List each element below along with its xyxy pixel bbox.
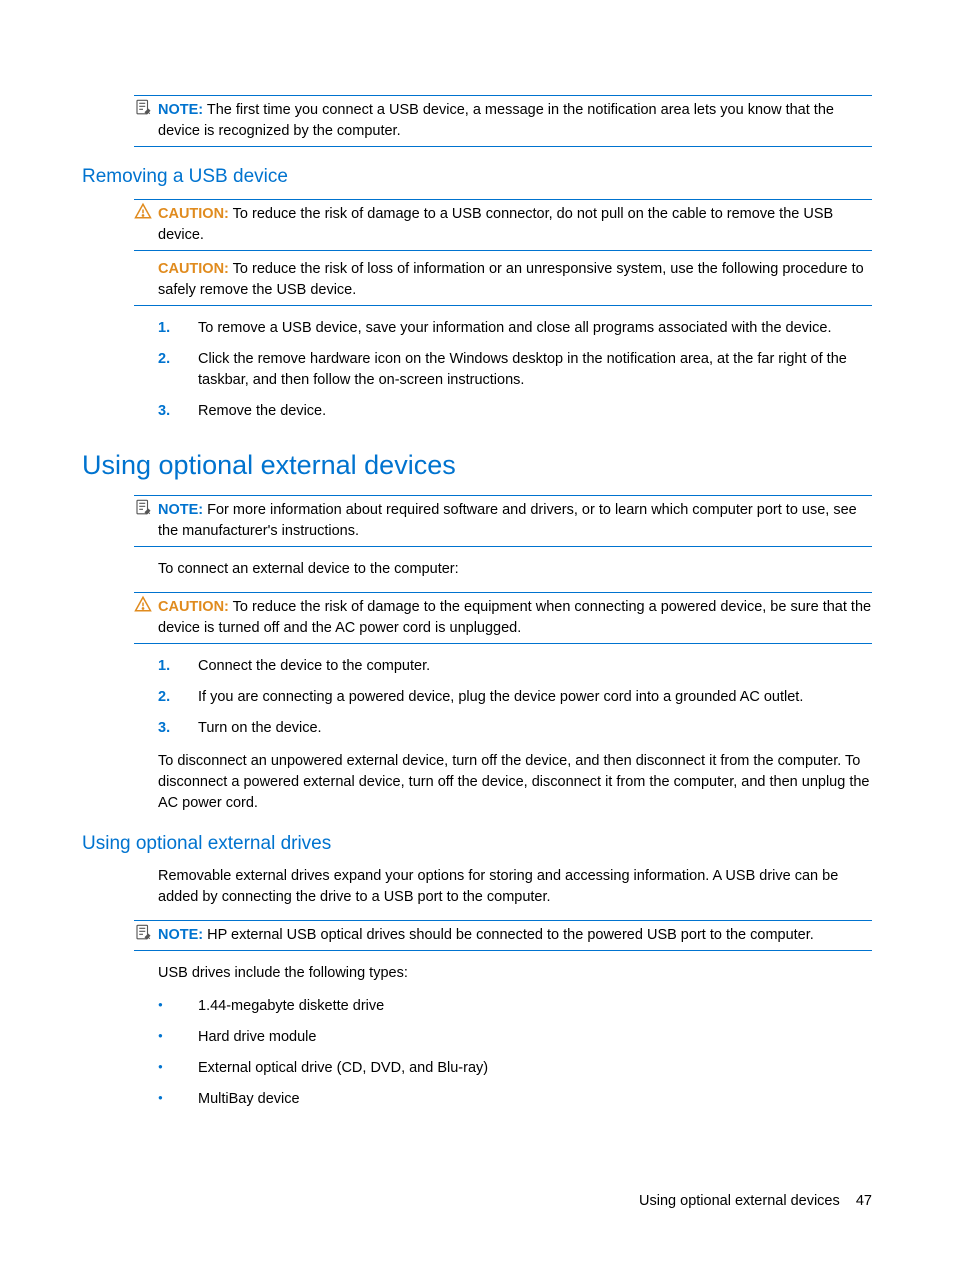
step-text: Connect the device to the computer.	[198, 658, 430, 674]
caution-block: CAUTION: To reduce the risk of damage to…	[134, 199, 872, 251]
step-item: 2. Click the remove hardware icon on the…	[158, 349, 872, 391]
bullet-item: Hard drive module	[158, 1027, 872, 1048]
footer-page-number: 47	[856, 1193, 872, 1209]
step-text: Turn on the device.	[198, 720, 322, 736]
note-block: NOTE: The first time you connect a USB d…	[134, 95, 872, 147]
page-footer: Using optional external devices 47	[639, 1191, 872, 1212]
step-item: 1. Connect the device to the computer.	[158, 656, 872, 677]
heading-optional-drives: Using optional external drives	[82, 830, 872, 858]
heading-removing-usb: Removing a USB device	[82, 163, 872, 191]
caution-label: CAUTION:	[158, 206, 229, 222]
caution-text: To reduce the risk of loss of informatio…	[158, 261, 864, 298]
body-text: USB drives include the following types:	[158, 963, 872, 984]
note-text: The first time you connect a USB device,…	[158, 102, 834, 139]
step-number: 3.	[158, 401, 170, 422]
step-text: Click the remove hardware icon on the Wi…	[198, 351, 847, 388]
note-label: NOTE:	[158, 927, 203, 943]
footer-title: Using optional external devices	[639, 1193, 840, 1209]
caution-text: To reduce the risk of damage to a USB co…	[158, 206, 833, 243]
step-text: If you are connecting a powered device, …	[198, 689, 803, 705]
step-item: 2. If you are connecting a powered devic…	[158, 687, 872, 708]
bullet-item: MultiBay device	[158, 1089, 872, 1110]
caution-text: To reduce the risk of damage to the equi…	[158, 599, 871, 636]
note-icon	[134, 98, 152, 116]
note-block: NOTE: HP external USB optical drives sho…	[134, 920, 872, 951]
caution-label: CAUTION:	[158, 599, 229, 615]
note-icon	[134, 498, 152, 516]
step-text: To remove a USB device, save your inform…	[198, 320, 831, 336]
heading-optional-devices: Using optional external devices	[82, 446, 872, 485]
step-text: Remove the device.	[198, 403, 326, 419]
note-text: HP external USB optical drives should be…	[207, 927, 814, 943]
caution-block: CAUTION: To reduce the risk of loss of i…	[134, 255, 872, 306]
step-item: 3. Turn on the device.	[158, 718, 872, 739]
bullet-list: 1.44-megabyte diskette drive Hard drive …	[158, 996, 872, 1110]
steps-list: 1. Connect the device to the computer. 2…	[158, 656, 872, 739]
body-text: Removable external drives expand your op…	[158, 866, 872, 908]
bullet-item: External optical drive (CD, DVD, and Blu…	[158, 1058, 872, 1079]
note-label: NOTE:	[158, 502, 203, 518]
step-number: 1.	[158, 656, 170, 677]
steps-list: 1. To remove a USB device, save your inf…	[158, 318, 872, 422]
note-icon	[134, 923, 152, 941]
step-number: 2.	[158, 687, 170, 708]
caution-label: CAUTION:	[158, 261, 229, 277]
step-number: 3.	[158, 718, 170, 739]
body-text: To disconnect an unpowered external devi…	[158, 751, 872, 814]
step-number: 2.	[158, 349, 170, 370]
step-item: 1. To remove a USB device, save your inf…	[158, 318, 872, 339]
note-label: NOTE:	[158, 102, 203, 118]
page-content: NOTE: The first time you connect a USB d…	[82, 95, 872, 1110]
body-text: To connect an external device to the com…	[158, 559, 872, 580]
bullet-item: 1.44-megabyte diskette drive	[158, 996, 872, 1017]
step-number: 1.	[158, 318, 170, 339]
caution-icon	[134, 202, 152, 220]
note-text: For more information about required soft…	[158, 502, 857, 539]
step-item: 3. Remove the device.	[158, 401, 872, 422]
caution-icon	[134, 595, 152, 613]
caution-block: CAUTION: To reduce the risk of damage to…	[134, 592, 872, 644]
note-block: NOTE: For more information about require…	[134, 495, 872, 547]
